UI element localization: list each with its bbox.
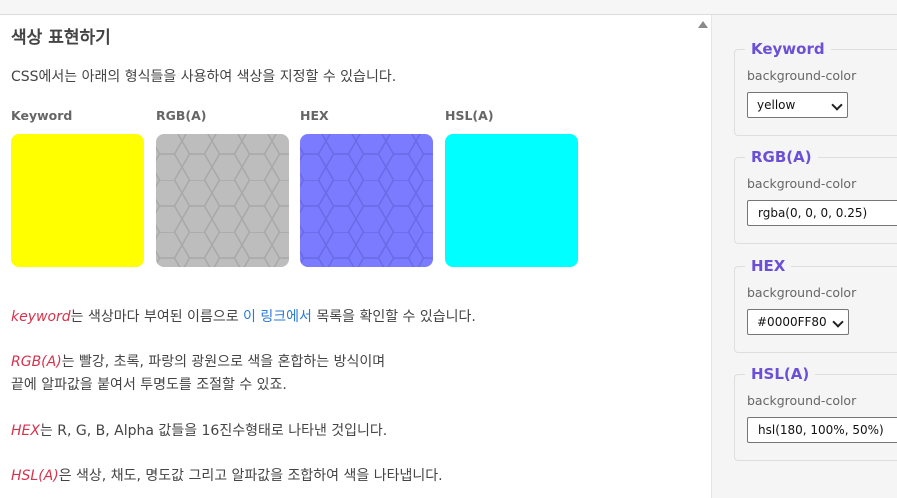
card-label: background-color — [747, 68, 857, 83]
hexagon-pattern-icon — [156, 134, 289, 267]
paragraph-rgb: RGB(A)는 빨강, 초록, 파랑의 광원으로 색을 혼합하는 방식이며끝에 … — [11, 351, 385, 397]
card-label: background-color — [747, 393, 857, 408]
card-label: background-color — [747, 285, 857, 300]
swatch-hsl — [445, 134, 578, 267]
paragraph-text: 는 R, G, B, Alpha 값들을 16진수형태로 나타낸 것입니다. — [39, 423, 388, 439]
swatch-label-rgb: RGB(A) — [156, 108, 207, 123]
term-hex: HEX — [11, 423, 40, 439]
keyword-list-link[interactable]: 이 링크에서 — [243, 309, 312, 325]
term-hsl: HSL(A) — [11, 468, 59, 484]
term-rgb: RGB(A) — [11, 354, 62, 370]
swatch-label-keyword: Keyword — [11, 108, 73, 123]
hsl-input[interactable]: hsl(180, 100%, 50%) — [747, 417, 897, 443]
swatch-keyword — [11, 134, 144, 267]
paragraph-text: 끝에 알파값을 붙여서 투명도를 조절할 수 있죠. — [11, 377, 287, 393]
chevron-down-icon — [831, 99, 843, 111]
page-title: 색상 표현하기 — [11, 28, 111, 48]
chevron-down-icon — [832, 316, 844, 328]
swatch-label-hsl: HSL(A) — [445, 108, 494, 123]
hexagon-pattern-icon — [300, 134, 433, 267]
intro-text: CSS에서는 아래의 형식들을 사용하여 색상을 지정할 수 있습니다. — [11, 69, 397, 85]
keyword-select[interactable]: yellow — [747, 92, 848, 118]
hex-select[interactable]: #0000FF80 — [747, 309, 849, 335]
select-value: #0000FF80 — [757, 315, 827, 329]
swatch-rgb — [156, 134, 289, 267]
swatch-label-hex: HEX — [300, 108, 329, 123]
card-hsl: HSL(A) background-color hsl(180, 100%, 5… — [734, 365, 897, 461]
paragraph-text: 는 색상마다 부여된 이름으로 — [70, 309, 244, 325]
term-keyword: keyword — [11, 309, 71, 325]
card-hex: HEX background-color #0000FF80 — [734, 257, 897, 353]
card-title-hex: HEX — [745, 257, 792, 275]
paragraph-keyword: keyword는 색상마다 부여된 이름으로 이 링크에서 목록을 확인할 수 … — [11, 306, 476, 329]
paragraph-text: 목록을 확인할 수 있습니다. — [311, 309, 476, 325]
card-title-rgb: RGB(A) — [745, 148, 818, 166]
rgb-input[interactable]: rgba(0, 0, 0, 0.25) — [747, 200, 897, 226]
card-label: background-color — [747, 176, 857, 191]
paragraph-text: 은 색상, 채도, 명도값 그리고 알파값을 조합하여 색을 나타냅니다. — [58, 468, 443, 484]
paragraph-text: 는 빨강, 초록, 파랑의 광원으로 색을 혼합하는 방식이며 — [61, 354, 386, 370]
paragraph-hex: HEX는 R, G, B, Alpha 값들을 16진수형태로 나타낸 것입니다… — [11, 420, 387, 443]
card-title-keyword: Keyword — [745, 40, 831, 58]
card-keyword: Keyword background-color yellow — [734, 40, 897, 136]
card-rgb: RGB(A) background-color rgba(0, 0, 0, 0.… — [734, 148, 897, 244]
scrollbar[interactable] — [694, 15, 711, 498]
select-value: yellow — [757, 98, 796, 112]
top-toolbar — [0, 0, 897, 15]
swatch-hex — [300, 134, 433, 267]
paragraph-hsl: HSL(A)은 색상, 채도, 명도값 그리고 알파값을 조합하여 색을 나타냅… — [11, 465, 443, 488]
card-title-hsl: HSL(A) — [745, 365, 816, 383]
scroll-up-arrow-icon[interactable] — [698, 21, 708, 28]
